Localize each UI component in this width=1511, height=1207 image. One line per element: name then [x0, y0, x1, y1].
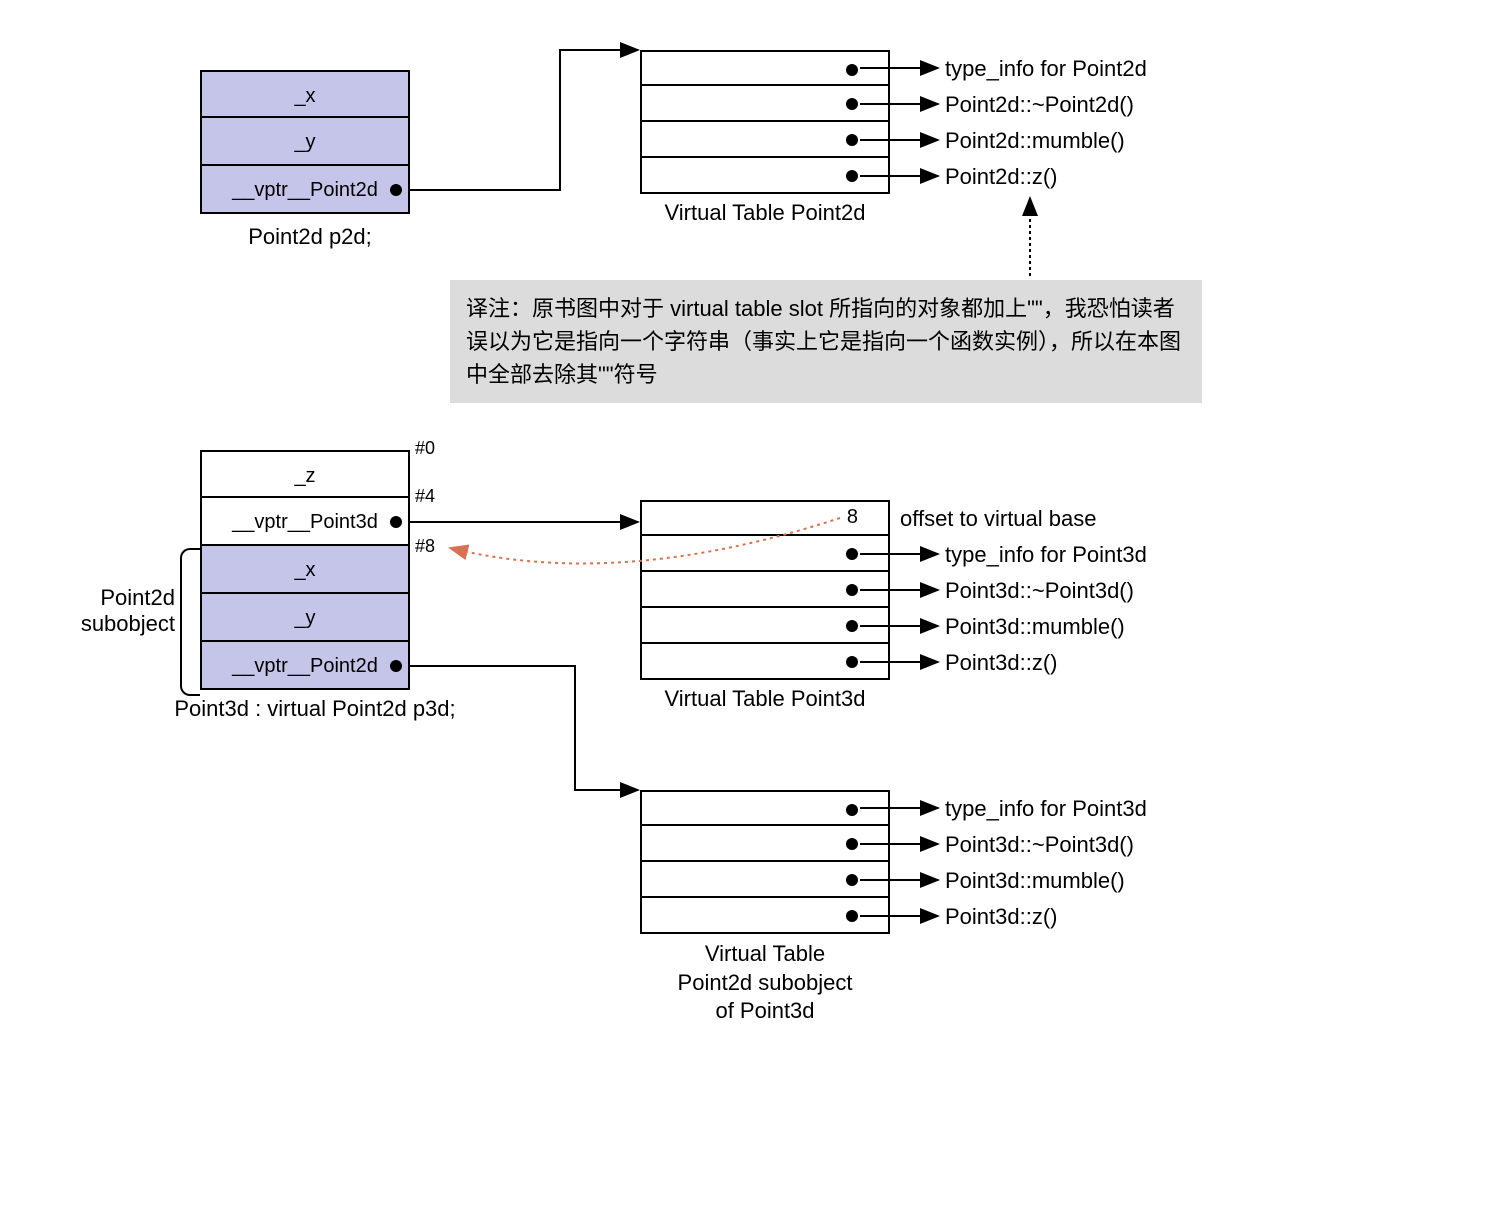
- pointer-dot: [846, 910, 858, 922]
- note-text: 译注：原书图中对于 virtual table slot 所指向的对象都加上""…: [466, 296, 1181, 387]
- entry-label: Point2d::z(): [945, 164, 1058, 190]
- pointer-dot: [390, 660, 402, 672]
- field-x: _x: [200, 546, 410, 594]
- entry-label: Point3d::mumble(): [945, 868, 1125, 894]
- vtable-slot: [640, 790, 890, 826]
- pointer-dot: [846, 98, 858, 110]
- vtable-slot: [640, 122, 890, 158]
- entry-label: Point3d::z(): [945, 650, 1058, 676]
- entry-label: Point3d::mumble(): [945, 614, 1125, 640]
- vtable-slot: 8: [640, 500, 890, 536]
- pointer-dot: [846, 134, 858, 146]
- vtable-slot: [640, 50, 890, 86]
- vtable-point3d: 8: [640, 500, 890, 680]
- pointer-dot: [846, 170, 858, 182]
- point3d-object: _z __vptr__Point3d _x _y __vptr__Point2d: [200, 450, 410, 690]
- pointer-dot: [846, 804, 858, 816]
- vtable-point3d-sub: [640, 790, 890, 934]
- entry-label: Point3d::~Point3d(): [945, 832, 1134, 858]
- field-y: _y: [200, 594, 410, 642]
- vptr-label: __vptr__Point3d: [232, 511, 378, 533]
- field-z: _z: [200, 450, 410, 498]
- entry-label: Point2d::~Point2d(): [945, 92, 1134, 118]
- vtable-3d-sub-caption: Virtual Table Point2d subobject of Point…: [620, 940, 910, 1026]
- vptr-label: __vptr__Point2d: [232, 179, 378, 201]
- subobject-label: Point2d subobject: [75, 585, 175, 637]
- point2d-object: _x _y __vptr__Point2d: [200, 70, 410, 214]
- pointer-dot: [846, 838, 858, 850]
- vtable-slot: [640, 158, 890, 194]
- pointer-dot: [846, 548, 858, 560]
- entry-label: Point3d::~Point3d(): [945, 578, 1134, 604]
- vtable-slot: [640, 898, 890, 934]
- pointer-dot: [846, 874, 858, 886]
- vtable-2d-caption: Virtual Table Point2d: [620, 200, 910, 226]
- pointer-dot: [846, 584, 858, 596]
- pointer-dot: [846, 64, 858, 76]
- vtable-slot: [640, 572, 890, 608]
- vtable-slot: [640, 608, 890, 644]
- point3d-caption: Point3d : virtual Point2d p3d;: [145, 696, 485, 722]
- vtable-3d-caption: Virtual Table Point3d: [620, 686, 910, 712]
- point2d-caption: Point2d p2d;: [220, 224, 400, 250]
- translator-note: 译注：原书图中对于 virtual table slot 所指向的对象都加上""…: [450, 280, 1202, 403]
- field-vptr-point2d: __vptr__Point2d: [200, 166, 410, 214]
- field-vptr-point3d: __vptr__Point3d: [200, 498, 410, 546]
- vtable-slot: [640, 86, 890, 122]
- field-y: _y: [200, 118, 410, 166]
- vtable-slot: [640, 826, 890, 862]
- pointer-dot: [390, 184, 402, 196]
- vtable-slot: [640, 536, 890, 572]
- offset-value: 8: [847, 506, 858, 529]
- memory-layout-diagram: _x _y __vptr__Point2d Point2d p2d; Virtu…: [20, 20, 1511, 1187]
- vtable-slot: [640, 862, 890, 898]
- field-vptr-point2d: __vptr__Point2d: [200, 642, 410, 690]
- vtable-slot: [640, 644, 890, 680]
- vtable-point2d: [640, 50, 890, 194]
- subobject-bracket: [180, 548, 200, 696]
- offset-0: #0: [415, 438, 435, 459]
- entry-label: Point3d::z(): [945, 904, 1058, 930]
- offset-8: #8: [415, 536, 435, 557]
- vptr-label: __vptr__Point2d: [232, 655, 378, 677]
- pointer-dot: [846, 656, 858, 668]
- entry-label: type_info for Point3d: [945, 542, 1147, 568]
- offset-4: #4: [415, 486, 435, 507]
- entry-label: offset to virtual base: [900, 506, 1097, 532]
- entry-label: type_info for Point2d: [945, 56, 1147, 82]
- entry-label: type_info for Point3d: [945, 796, 1147, 822]
- pointer-dot: [390, 516, 402, 528]
- field-x: _x: [200, 70, 410, 118]
- entry-label: Point2d::mumble(): [945, 128, 1125, 154]
- pointer-dot: [846, 620, 858, 632]
